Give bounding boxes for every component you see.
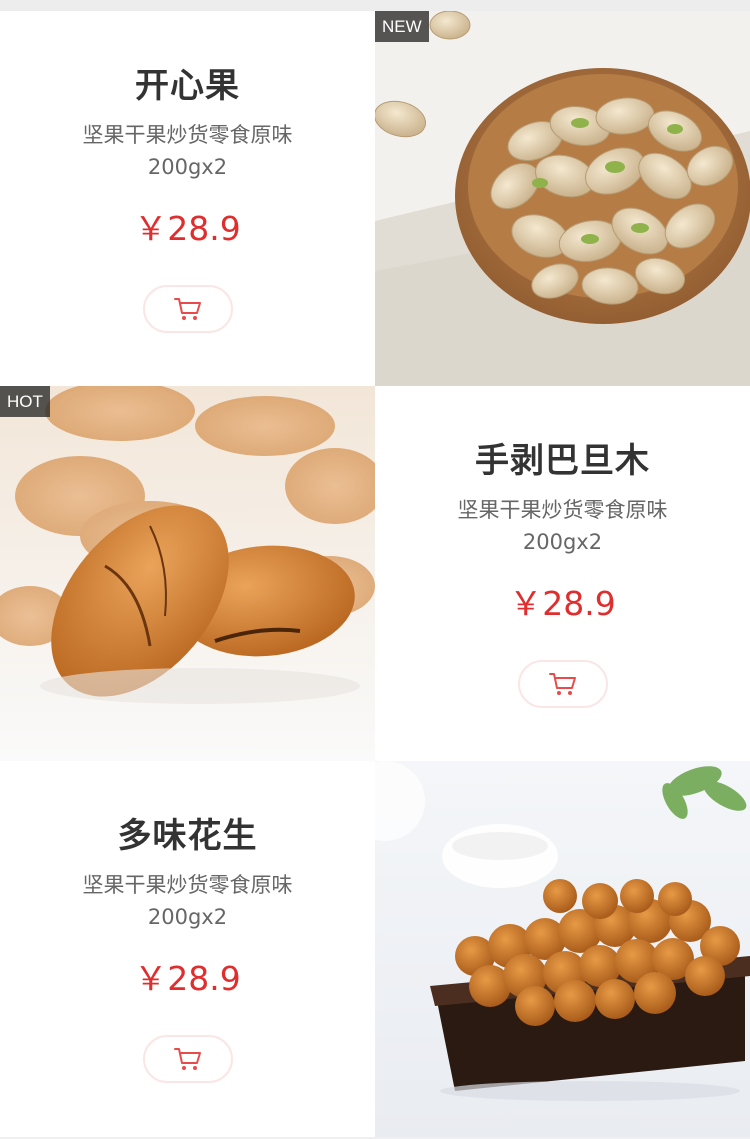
- product-image-almond[interactable]: HOT: [0, 386, 375, 761]
- product-description: 坚果干果炒货零食原味 200gx2: [458, 494, 668, 558]
- product-image-pistachio[interactable]: NEW: [375, 11, 750, 386]
- product-description-line: 坚果干果炒货零食原味: [457, 498, 668, 522]
- new-badge: NEW: [375, 11, 429, 42]
- product-description-line: 坚果干果炒货零食原味: [82, 123, 293, 147]
- product-weight: 200gx2: [522, 530, 603, 554]
- product-price: ￥28.9: [134, 959, 241, 998]
- add-to-cart-button[interactable]: [142, 1035, 233, 1083]
- add-to-cart-button[interactable]: [142, 285, 233, 333]
- product-name[interactable]: 开心果: [135, 65, 240, 107]
- product-name[interactable]: 手剥巴旦木: [475, 440, 650, 482]
- add-to-cart-button[interactable]: [517, 660, 608, 708]
- top-spacer: [0, 0, 750, 11]
- cart-icon: [173, 298, 201, 320]
- product-info: 多味花生 坚果干果炒货零食原味 200gx2 ￥28.9: [0, 761, 375, 1137]
- product-weight: 200gx2: [147, 155, 228, 179]
- product-row-pistachio: 开心果 坚果干果炒货零食原味 200gx2 ￥28.9 NEW: [0, 11, 750, 386]
- product-info: 手剥巴旦木 坚果干果炒货零食原味 200gx2 ￥28.9: [375, 386, 750, 761]
- product-name[interactable]: 多味花生: [118, 815, 258, 857]
- cart-icon: [173, 1048, 201, 1070]
- product-description: 坚果干果炒货零食原味 200gx2: [83, 119, 293, 183]
- hot-badge: HOT: [0, 386, 50, 417]
- product-info: 开心果 坚果干果炒货零食原味 200gx2 ￥28.9: [0, 11, 375, 386]
- product-price: ￥28.9: [134, 209, 241, 248]
- product-description: 坚果干果炒货零食原味 200gx2: [83, 869, 293, 933]
- cart-icon: [548, 673, 576, 695]
- product-weight: 200gx2: [147, 905, 228, 929]
- product-description-line: 坚果干果炒货零食原味: [82, 873, 293, 897]
- product-price: ￥28.9: [509, 584, 616, 623]
- product-row-almond: HOT 手剥巴旦木 坚果干果炒货零食原味 200gx2 ￥28.9: [0, 386, 750, 761]
- product-row-peanut: 多味花生 坚果干果炒货零食原味 200gx2 ￥28.9: [0, 761, 750, 1137]
- product-image-peanut[interactable]: [375, 761, 750, 1137]
